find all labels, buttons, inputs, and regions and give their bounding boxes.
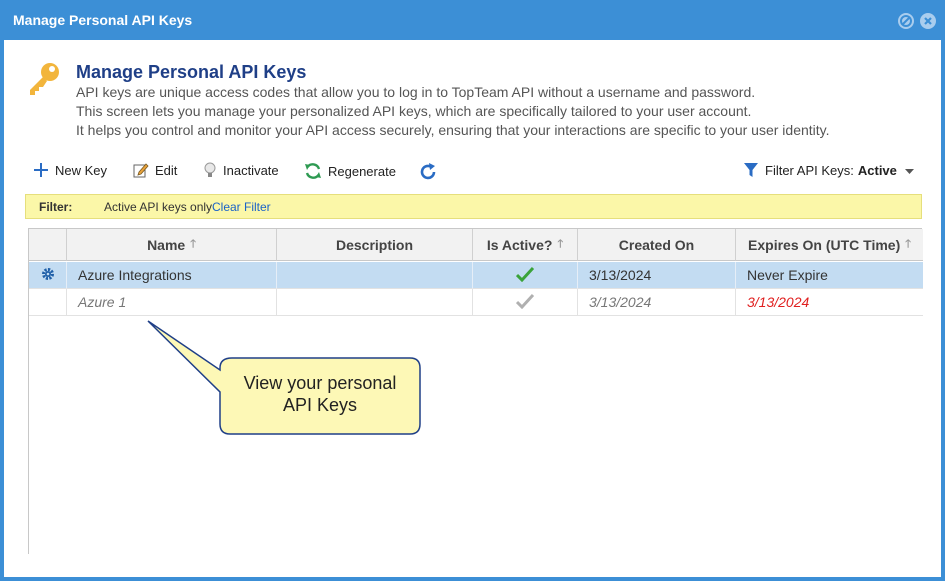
callout-line-2: API Keys (282, 395, 358, 415)
callout-text: View your personal API Keys (220, 372, 420, 416)
callout-line-1: View your personal (243, 373, 397, 393)
callout-bubble (147, 320, 421, 435)
